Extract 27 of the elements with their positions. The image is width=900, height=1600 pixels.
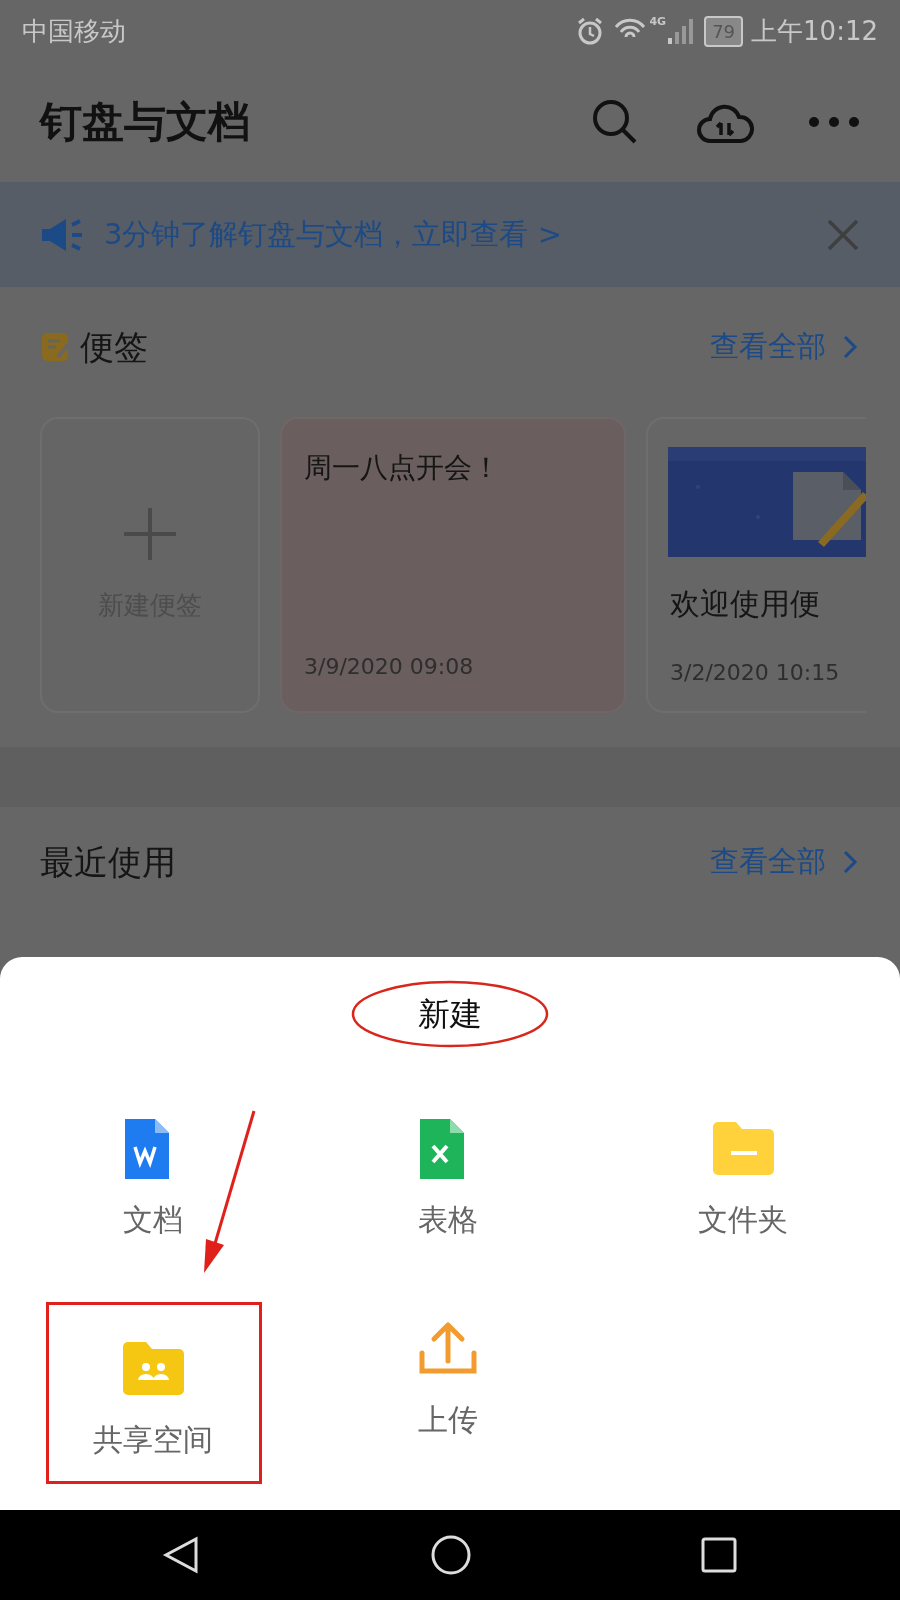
carrier-name: 中国移动 [22,14,126,48]
item-label: 共享空间 [92,1420,213,1459]
note-title: 周一八点开会！ [304,450,500,486]
more-icon[interactable] [808,116,860,128]
sheet-item[interactable]: 表格 [300,1079,595,1279]
sheet-item[interactable]: 文档 [5,1079,300,1279]
note-card[interactable]: 周一八点开会！ 3/9/2020 09:08 [280,417,626,713]
note-title: 欢迎使用便 [670,585,821,623]
item-label: 表格 [417,1200,478,1239]
network-label: 4G [649,14,667,30]
note-date: 3/9/2020 09:08 [304,653,475,681]
section-title: 最近使用 [40,840,176,884]
section-title: 便签 [80,325,148,369]
item-label: 上传 [417,1400,478,1439]
item-label: 文档 [122,1200,183,1239]
page-title: 钉盘与文档 [40,96,250,148]
sheet-title: 新建 [418,994,482,1035]
recents-icon[interactable] [700,1536,738,1574]
sheet-item[interactable]: 上传 [300,1279,595,1479]
sheet-item[interactable]: 共享空间 [5,1299,300,1499]
item-label: 文件夹 [697,1200,788,1239]
note-card[interactable]: 欢迎使用便 3/2/2020 10:15 [646,417,866,713]
home-icon[interactable] [430,1534,472,1576]
plus-icon [122,505,178,562]
sheet-item[interactable]: 文件夹 [595,1079,890,1279]
note-date: 3/2/2020 10:15 [670,659,841,687]
clock-time: 上午10:12 [751,14,878,48]
